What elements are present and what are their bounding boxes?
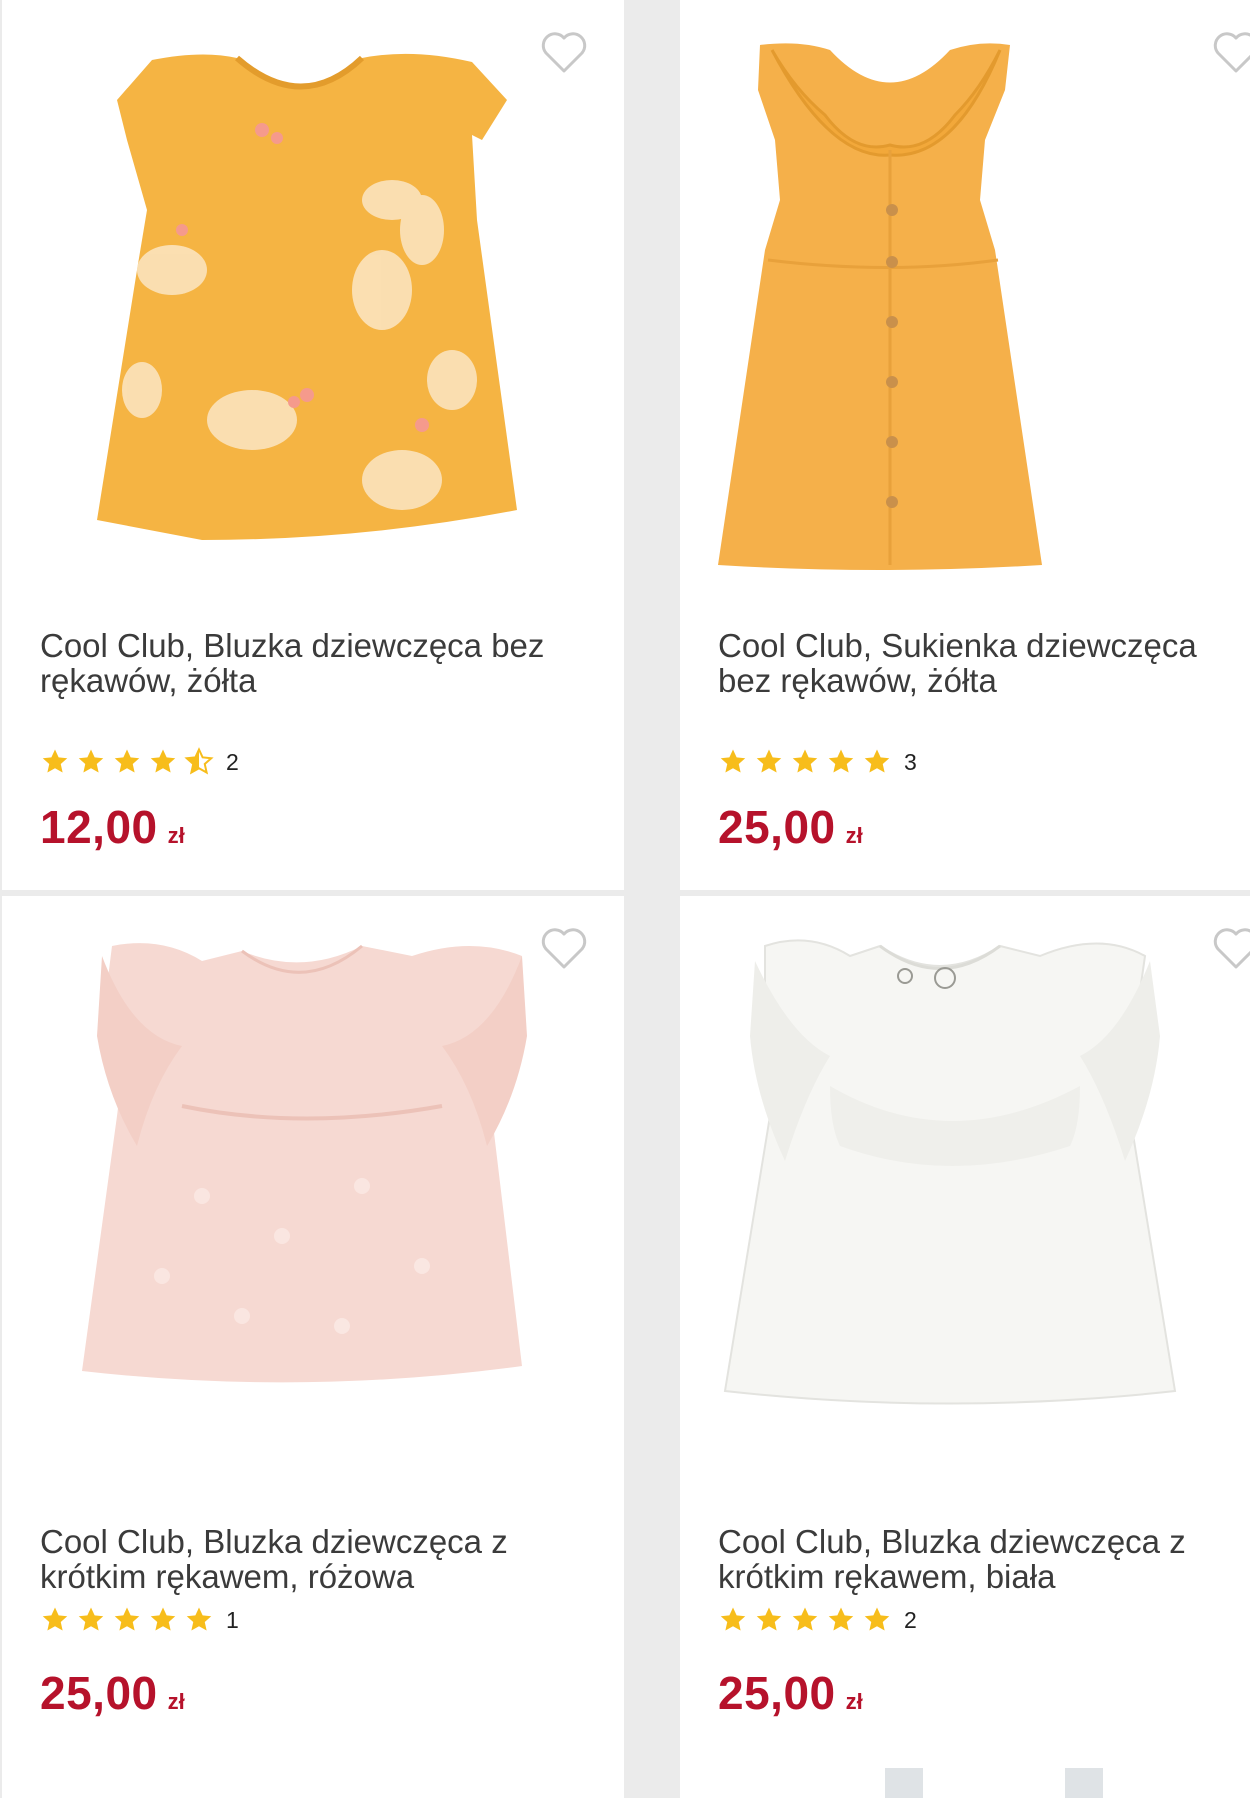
product-image[interactable] <box>2 916 624 1476</box>
product-rating: 3 <box>718 746 917 778</box>
star-half-icon <box>184 747 214 777</box>
star-icon <box>76 747 106 777</box>
star-icon <box>754 747 784 777</box>
star-icon <box>148 747 178 777</box>
product-price: 25,00 zł <box>40 1666 185 1720</box>
price-currency: zł <box>845 1689 863 1714</box>
star-icon <box>76 1605 106 1635</box>
price-amount: 25,00 <box>718 801 836 853</box>
star-icon <box>718 747 748 777</box>
product-rating: 2 <box>40 746 239 778</box>
star-icon <box>790 1605 820 1635</box>
product-price: 25,00 zł <box>718 1666 863 1720</box>
price-currency: zł <box>167 823 185 848</box>
star-icon <box>862 747 892 777</box>
yellow-blouse-image <box>97 53 517 540</box>
star-icon <box>862 1605 892 1635</box>
heart-icon[interactable] <box>538 924 590 972</box>
product-card[interactable]: Cool Club, Bluzka dziewczęca z krótkim r… <box>680 896 1250 1786</box>
star-icon <box>112 1605 142 1635</box>
star-icon <box>790 747 820 777</box>
product-price: 12,00 zł <box>40 800 185 854</box>
product-image[interactable] <box>680 20 1250 580</box>
star-icon <box>148 1605 178 1635</box>
white-blouse-image <box>723 939 1177 1405</box>
star-icon <box>718 1605 748 1635</box>
pink-blouse-image <box>82 943 527 1383</box>
product-rating: 1 <box>40 1604 239 1636</box>
price-currency: zł <box>845 823 863 848</box>
product-card[interactable]: Cool Club, Bluzka dziewczęca bez rękawów… <box>2 0 624 890</box>
product-image[interactable] <box>2 20 624 580</box>
star-icon <box>112 747 142 777</box>
star-icon <box>754 1605 784 1635</box>
product-price: 25,00 zł <box>718 800 863 854</box>
product-title[interactable]: Cool Club, Bluzka dziewczęca z krótkim r… <box>718 1524 1238 1594</box>
heart-icon[interactable] <box>538 28 590 76</box>
product-title[interactable]: Cool Club, Sukienka dziewczęca bez rękaw… <box>718 628 1238 698</box>
star-icon <box>40 1605 70 1635</box>
star-icon <box>826 747 856 777</box>
product-card-partial[interactable] <box>680 1758 1250 1798</box>
rating-count: 3 <box>904 748 917 775</box>
rating-count: 2 <box>226 748 239 775</box>
product-card[interactable]: Cool Club, Sukienka dziewczęca bez rękaw… <box>680 0 1250 890</box>
rating-count: 1 <box>226 1606 239 1633</box>
product-rating: 2 <box>718 1604 917 1636</box>
product-title[interactable]: Cool Club, Bluzka dziewczęca z krótkim r… <box>40 1524 580 1594</box>
star-icon <box>184 1605 214 1635</box>
star-icon <box>40 747 70 777</box>
yellow-dress-image <box>718 43 1042 571</box>
product-card[interactable]: Cool Club, Bluzka dziewczęca z krótkim r… <box>2 896 624 1786</box>
product-title[interactable]: Cool Club, Bluzka dziewczęca bez rękawów… <box>40 628 580 698</box>
product-image-partial <box>885 1768 1103 1798</box>
heart-icon[interactable] <box>1210 28 1250 76</box>
rating-count: 2 <box>904 1606 917 1633</box>
price-amount: 25,00 <box>40 1667 158 1719</box>
price-amount: 12,00 <box>40 801 158 853</box>
product-image[interactable] <box>680 916 1250 1476</box>
price-currency: zł <box>167 1689 185 1714</box>
heart-icon[interactable] <box>1210 924 1250 972</box>
price-amount: 25,00 <box>718 1667 836 1719</box>
product-card-partial[interactable] <box>2 1758 624 1798</box>
star-icon <box>826 1605 856 1635</box>
product-grid: Cool Club, Bluzka dziewczęca bez rękawów… <box>0 0 1250 1798</box>
